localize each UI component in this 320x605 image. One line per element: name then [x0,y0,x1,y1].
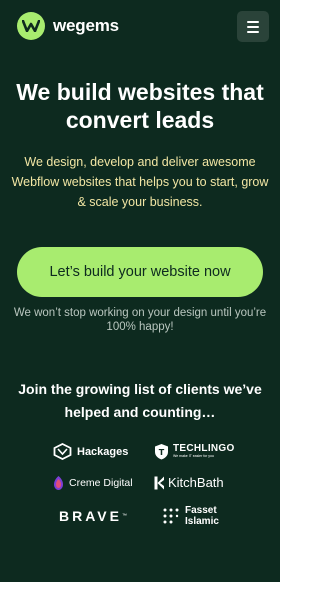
page: wegems We build websites that convert le… [0,0,280,582]
client-logo-creme-digital: Creme Digital [53,475,133,491]
client-logo-techlingo: T TECHLINGO We make IT easier for you [154,443,235,460]
techlingo-name: TECHLINGO [173,443,235,454]
hackages-icon [53,443,72,460]
fasset-text: Fasset Islamic [185,505,219,527]
kitchbath-name: KitchBath [168,475,224,490]
hamburger-icon-bar [247,25,259,28]
fasset-line1: Fasset [185,505,217,516]
hamburger-icon-bar [247,20,259,23]
wegems-logo-icon [17,12,45,40]
clients-title: Join the growing list of clients we’ve h… [18,381,262,420]
hamburger-icon-bar [247,30,259,33]
hackages-name: Hackages [77,445,129,458]
hero-title: We build websites that convert leads [16,79,264,133]
client-logo-kitchbath: KitchBath [154,475,224,490]
hero-subtitle: We design, develop and deliver awesome W… [11,155,269,209]
client-logo-hackages: Hackages [53,443,128,460]
brand-logo[interactable]: wegems [17,12,119,40]
fasset-icon [162,507,180,525]
creme-digital-name: Creme Digital [69,477,133,489]
creme-digital-icon [53,475,64,491]
brave-trademark: ™ [121,513,127,519]
header: wegems [0,0,280,52]
brand-name: wegems [53,16,119,35]
techlingo-tagline: We make IT easier for you [173,454,214,458]
client-logo-fasset: Fasset Islamic [162,505,219,527]
techlingo-text: TECHLINGO We make IT easier for you [173,444,235,459]
cta-note: We won’t stop working on your design unt… [13,307,267,333]
kitchbath-icon [154,476,165,490]
cta-button[interactable]: Let’s build your website now [17,247,263,297]
client-logo-brave: BRAVE ™ [59,508,127,524]
techlingo-icon: T [154,443,169,460]
fasset-line2: Islamic [185,516,219,527]
svg-text:T: T [159,448,165,457]
menu-button[interactable] [237,11,269,42]
brave-name: BRAVE [59,508,122,524]
